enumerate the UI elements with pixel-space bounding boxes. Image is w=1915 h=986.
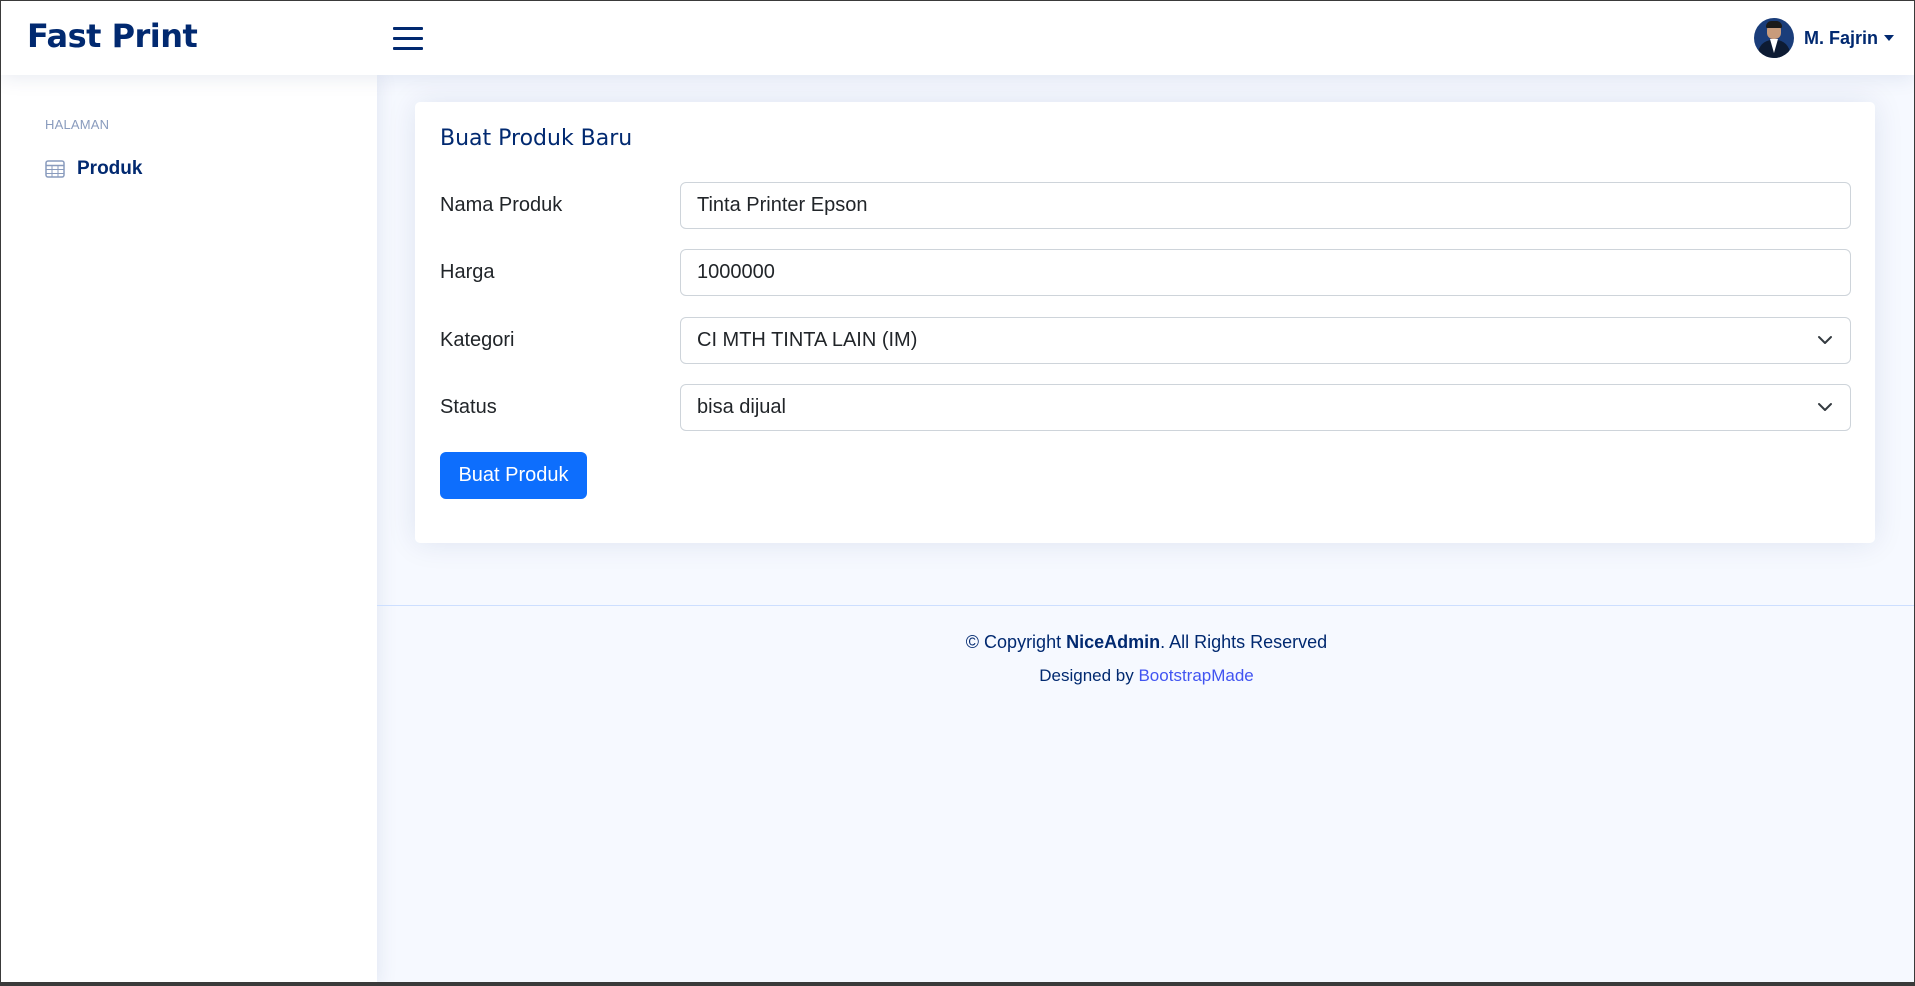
designed-by-label: Designed by (1039, 666, 1139, 685)
copyright-text: © Copyright NiceAdmin. All Rights Reserv… (377, 632, 1914, 653)
footer: © Copyright NiceAdmin. All Rights Reserv… (377, 605, 1914, 715)
form-row-nama-produk: Nama Produk (440, 182, 1851, 230)
credits-text: Designed by BootstrapMade (377, 666, 1914, 686)
kategori-select[interactable]: CI MTH TINTA LAIN (IM) (680, 317, 1851, 364)
form-row-status: Status bisa dijual (440, 384, 1851, 432)
brand-name: NiceAdmin (1066, 632, 1161, 652)
sidebar-heading: HALAMAN (45, 117, 110, 132)
create-product-card: Buat Produk Baru Nama Produk Harga Kateg… (415, 102, 1875, 543)
copyright-prefix: © Copyright (965, 632, 1067, 652)
chevron-down-icon (1818, 336, 1832, 344)
copyright-suffix: . All Rights Reserved (1160, 632, 1328, 652)
sidebar: HALAMAN Produk (1, 75, 377, 982)
chevron-down-icon (1818, 403, 1832, 411)
sidebar-toggle-icon[interactable] (393, 25, 423, 51)
caret-down-icon (1884, 35, 1894, 41)
harga-label: Harga (440, 261, 495, 283)
top-header: Fast Print M. Fajrin (1, 1, 1914, 75)
designer-link[interactable]: BootstrapMade (1138, 666, 1253, 685)
card-title: Buat Produk Baru (440, 126, 633, 151)
app-window: Fast Print M. Fajrin HALAMAN Produk Buat… (0, 0, 1915, 986)
status-selected-value: bisa dijual (697, 396, 786, 418)
form-row-harga: Harga (440, 249, 1851, 297)
form-row-kategori: Kategori CI MTH TINTA LAIN (IM) (440, 317, 1851, 365)
kategori-label: Kategori (440, 329, 515, 351)
create-product-button[interactable]: Buat Produk (440, 452, 587, 499)
nama-produk-input[interactable] (680, 182, 1851, 229)
harga-input[interactable] (680, 249, 1851, 296)
nama-produk-label: Nama Produk (440, 194, 563, 216)
sidebar-item-label: Produk (77, 158, 143, 179)
status-select[interactable]: bisa dijual (680, 384, 1851, 431)
sidebar-item-produk[interactable]: Produk (35, 151, 152, 187)
user-name: M. Fajrin (1803, 27, 1878, 48)
app-logo[interactable]: Fast Print (27, 17, 198, 55)
user-profile-dropdown[interactable]: M. Fajrin (1753, 17, 1894, 59)
table-icon (45, 160, 65, 178)
avatar (1753, 18, 1794, 58)
kategori-selected-value: CI MTH TINTA LAIN (IM) (697, 329, 918, 351)
status-label: Status (440, 396, 497, 418)
